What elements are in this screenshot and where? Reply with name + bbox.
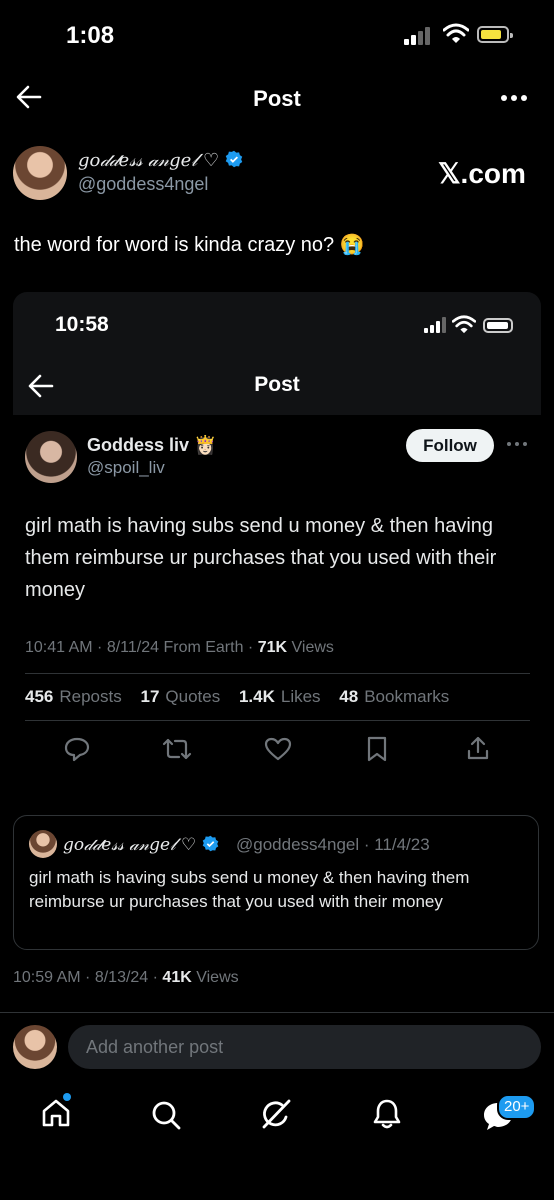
messages-badge: 20+ (497, 1094, 537, 1120)
embedded-author-handle: @spoil_liv (87, 458, 165, 477)
battery-icon (477, 26, 513, 43)
embedded-signal-icon (424, 317, 446, 333)
bookmark-icon (367, 736, 387, 762)
verified-badge-icon (225, 150, 243, 168)
author-handle[interactable]: @goddess4ngel (78, 174, 208, 195)
status-time: 1:08 (66, 22, 115, 49)
engagement-stats: 456 Reposts 17 Quotes 1.4K Likes 48 Bookmark… (25, 687, 463, 707)
author-name[interactable]: 𝑔𝑜𝒹𝒹𝑒𝓈𝓈 𝒶𝓃𝑔𝑒𝓁 ♡ (78, 150, 243, 171)
my-avatar[interactable] (13, 1025, 57, 1069)
divider (25, 673, 530, 674)
more-options-icon[interactable] (500, 88, 528, 108)
like-heart-icon (264, 737, 292, 761)
cellular-signal-icon (404, 27, 430, 45)
quoted-author-avatar (29, 830, 57, 858)
stat-bookmarks: 48 Bookmarks (339, 687, 450, 706)
reply-icon (64, 737, 90, 762)
follow-button: Follow (406, 429, 494, 462)
share-icon (467, 736, 489, 760)
quoted-post-body: girl math is having subs send u money & … (29, 868, 470, 911)
post-text: the word for word is kinda crazy no? 😭 (14, 234, 365, 256)
notifications-bell-icon[interactable] (372, 1098, 402, 1130)
wifi-icon (443, 23, 469, 43)
embedded-status-time: 10:58 (55, 313, 109, 336)
embedded-wifi-icon (452, 315, 476, 334)
stat-reposts: 456 Reposts (25, 687, 122, 706)
embedded-page-title: Post (254, 373, 300, 396)
page-title: Post (253, 86, 301, 111)
divider (25, 720, 530, 721)
embedded-more-icon (507, 442, 527, 446)
repost-icon (162, 738, 192, 760)
embedded-battery-icon (483, 318, 513, 333)
author-avatar[interactable] (13, 146, 67, 200)
grok-icon[interactable] (259, 1097, 293, 1131)
embedded-post-body: girl math is having subs send u money & … (25, 515, 497, 601)
x-com-watermark: 𝕏.com (438, 158, 526, 189)
stat-likes: 1.4K Likes (238, 687, 321, 706)
embedded-author-avatar (25, 431, 77, 483)
quoted-handle-date: @goddess4ngel · 11/4/23 (236, 835, 430, 854)
reply-input[interactable]: Add another post (68, 1025, 541, 1069)
verified-badge-icon (202, 835, 219, 852)
stat-quotes: 17 Quotes (140, 687, 221, 706)
home-icon[interactable] (40, 1097, 72, 1129)
quoted-author-name: 𝑔𝑜𝒹𝒹𝑒𝓈𝓈 𝒶𝓃𝑔𝑒𝓁 ♡ (63, 835, 219, 855)
post-meta: 10:59 AM · 8/13/24 · 41K Views (13, 969, 239, 986)
embedded-post-meta: 10:41 AM · 8/11/24 From Earth · 71K View… (25, 639, 334, 656)
embedded-author-name: Goddess liv 👸🏻 (87, 435, 217, 455)
search-icon[interactable] (150, 1099, 182, 1131)
home-notification-dot (63, 1093, 71, 1101)
